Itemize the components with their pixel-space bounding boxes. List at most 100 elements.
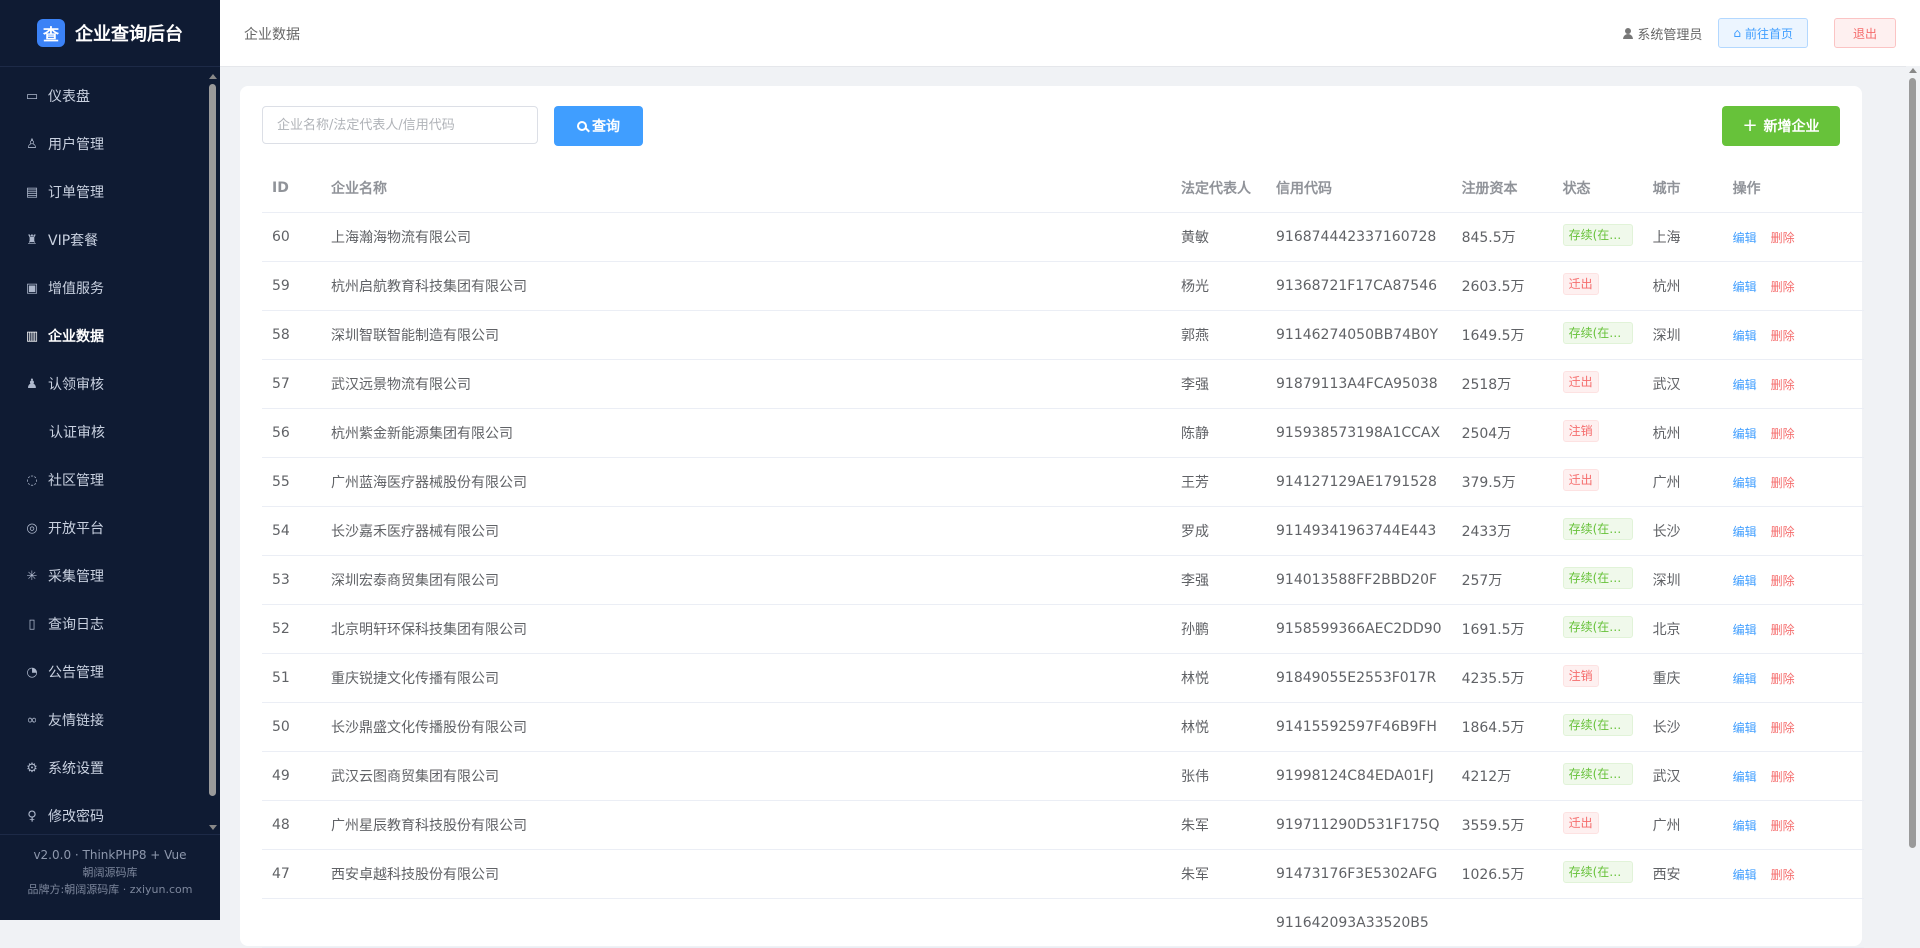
logout-button[interactable]: 退出 xyxy=(1833,18,1896,48)
cell-status: 存续(在营、 xyxy=(1552,849,1643,899)
delete-link[interactable]: 删除 xyxy=(1771,378,1795,392)
cell-legal-rep: 王芳 xyxy=(1171,457,1266,507)
edit-link[interactable]: 编辑 xyxy=(1733,672,1757,686)
delete-link[interactable]: 删除 xyxy=(1771,525,1795,539)
col-city[interactable]: 城市 xyxy=(1642,164,1723,213)
cell-company-name: 深圳智联智能制造有限公司 xyxy=(321,310,1171,360)
sidebar-item[interactable]: ◎ 开放平台 xyxy=(0,504,205,552)
cell-credit-code: 914127129AE1791528 xyxy=(1266,457,1452,507)
cell-id: 55 xyxy=(262,457,321,507)
cell-capital: 1649.5万 xyxy=(1451,310,1553,360)
delete-link[interactable]: 删除 xyxy=(1771,721,1795,735)
edit-link[interactable]: 编辑 xyxy=(1733,378,1757,392)
sidebar-item-label: 认证审核 xyxy=(49,425,105,441)
edit-link[interactable]: 编辑 xyxy=(1733,721,1757,735)
delete-link[interactable]: 删除 xyxy=(1771,623,1795,637)
col-capital[interactable]: 注册资本 xyxy=(1451,164,1553,213)
cell-actions xyxy=(1722,898,1864,948)
top-header: 企业数据 系统管理员 ⌂ 前往首页 退出 xyxy=(220,0,1920,67)
delete-link[interactable]: 删除 xyxy=(1771,329,1795,343)
search-icon xyxy=(577,121,587,131)
edit-link[interactable]: 编辑 xyxy=(1733,476,1757,490)
sidebar-item[interactable]: ▣ 增值服务 xyxy=(0,264,205,312)
cell-legal-rep xyxy=(1171,898,1266,948)
sidebar-item[interactable]: ♟ 认领审核 xyxy=(0,360,205,408)
col-id[interactable]: ID xyxy=(262,164,321,213)
edit-link[interactable]: 编辑 xyxy=(1733,525,1757,539)
delete-link[interactable]: 删除 xyxy=(1771,770,1795,784)
scrollbar-thumb[interactable] xyxy=(209,84,216,796)
cell-status: 存续(在营、 xyxy=(1552,506,1643,556)
cell-id: 49 xyxy=(262,751,321,801)
current-user: 系统管理员 xyxy=(1623,24,1702,43)
edit-link[interactable]: 编辑 xyxy=(1733,574,1757,588)
delete-link[interactable]: 删除 xyxy=(1771,672,1795,686)
col-legal-rep[interactable]: 法定代表人 xyxy=(1171,164,1266,213)
sidebar-item[interactable]: ◌ 社区管理 xyxy=(0,456,205,504)
sidebar-item[interactable]: ∞ 友情链接 xyxy=(0,696,205,744)
table-header-row: ID 企业名称 法定代表人 信用代码 注册资本 状态 城市 操作 xyxy=(262,164,1864,213)
cell-company-name: 深圳宏泰商贸集团有限公司 xyxy=(321,555,1171,605)
sidebar-item[interactable]: ▭ 仪表盘 xyxy=(0,72,205,120)
sidebar-item[interactable]: ▯ 查询日志 xyxy=(0,600,205,648)
search-input[interactable] xyxy=(262,106,538,144)
add-company-button[interactable]: + 新增企业 xyxy=(1722,106,1840,146)
cell-actions: 编辑 删除 xyxy=(1722,653,1864,703)
scroll-up-arrow-icon[interactable] xyxy=(1909,68,1917,73)
cell-status: 迁出 xyxy=(1552,457,1643,507)
edit-link[interactable]: 编辑 xyxy=(1733,427,1757,441)
cell-capital: 1026.5万 xyxy=(1451,849,1553,899)
cell-status: 迁出 xyxy=(1552,261,1643,311)
cell-credit-code: 911642093A33520B5 xyxy=(1266,898,1452,948)
main-scrollbar[interactable] xyxy=(1906,66,1920,920)
sidebar-item[interactable]: ♀ 修改密码 xyxy=(0,792,205,840)
edit-link[interactable]: 编辑 xyxy=(1733,770,1757,784)
col-actions: 操作 xyxy=(1722,164,1864,213)
cell-credit-code: 91998124C84EDA01FJ xyxy=(1266,751,1452,801)
user-icon: ♙ xyxy=(26,136,38,152)
delete-link[interactable]: 删除 xyxy=(1771,427,1795,441)
cell-actions: 编辑 删除 xyxy=(1722,800,1864,850)
col-credit-code[interactable]: 信用代码 xyxy=(1266,164,1452,213)
delete-link[interactable]: 删除 xyxy=(1771,819,1795,833)
link-icon: ∞ xyxy=(26,712,38,728)
cell-company-name xyxy=(321,898,1171,948)
scroll-down-arrow-icon[interactable] xyxy=(209,825,217,830)
edit-link[interactable]: 编辑 xyxy=(1733,819,1757,833)
cell-city: 深圳 xyxy=(1642,555,1723,605)
scrollbar-thumb[interactable] xyxy=(1909,78,1916,848)
sidebar-item[interactable]: ♜ VIP套餐 xyxy=(0,216,205,264)
delete-link[interactable]: 删除 xyxy=(1771,574,1795,588)
cell-company-name: 杭州紫金新能源集团有限公司 xyxy=(321,408,1171,458)
sidebar-item[interactable]: ⚙ 系统设置 xyxy=(0,744,205,792)
cell-id: 59 xyxy=(262,261,321,311)
clipboard-icon: ▤ xyxy=(25,184,39,200)
delete-link[interactable]: 删除 xyxy=(1771,868,1795,882)
sidebar-item[interactable]: ▤ 订单管理 xyxy=(0,168,205,216)
cell-legal-rep: 郭燕 xyxy=(1171,310,1266,360)
edit-link[interactable]: 编辑 xyxy=(1733,231,1757,245)
col-company-name[interactable]: 企业名称 xyxy=(321,164,1171,213)
sidebar-scrollbar[interactable] xyxy=(205,72,220,832)
delete-link[interactable]: 删除 xyxy=(1771,231,1795,245)
sidebar-item[interactable]: ♙ 用户管理 xyxy=(0,120,205,168)
edit-link[interactable]: 编辑 xyxy=(1733,623,1757,637)
delete-link[interactable]: 删除 xyxy=(1771,476,1795,490)
sidebar-item[interactable]: ◔ 公告管理 xyxy=(0,648,205,696)
search-button[interactable]: 查询 xyxy=(554,106,643,146)
sidebar-item[interactable]: ✳ 采集管理 xyxy=(0,552,205,600)
cell-id: 56 xyxy=(262,408,321,458)
scroll-up-arrow-icon[interactable] xyxy=(209,74,217,79)
cell-actions: 编辑 删除 xyxy=(1722,212,1864,262)
edit-link[interactable]: 编辑 xyxy=(1733,280,1757,294)
delete-link[interactable]: 删除 xyxy=(1771,280,1795,294)
cell-credit-code: 916874442337160728 xyxy=(1266,212,1452,262)
sidebar-item[interactable]: 认证审核 xyxy=(0,408,205,456)
cell-company-name: 广州星辰教育科技股份有限公司 xyxy=(321,800,1171,850)
cell-status: 迁出 xyxy=(1552,800,1643,850)
col-status[interactable]: 状态 xyxy=(1552,164,1643,213)
go-home-button[interactable]: ⌂ 前往首页 xyxy=(1718,18,1808,48)
sidebar-item[interactable]: ▥ 企业数据 xyxy=(0,312,205,360)
edit-link[interactable]: 编辑 xyxy=(1733,329,1757,343)
edit-link[interactable]: 编辑 xyxy=(1733,868,1757,882)
